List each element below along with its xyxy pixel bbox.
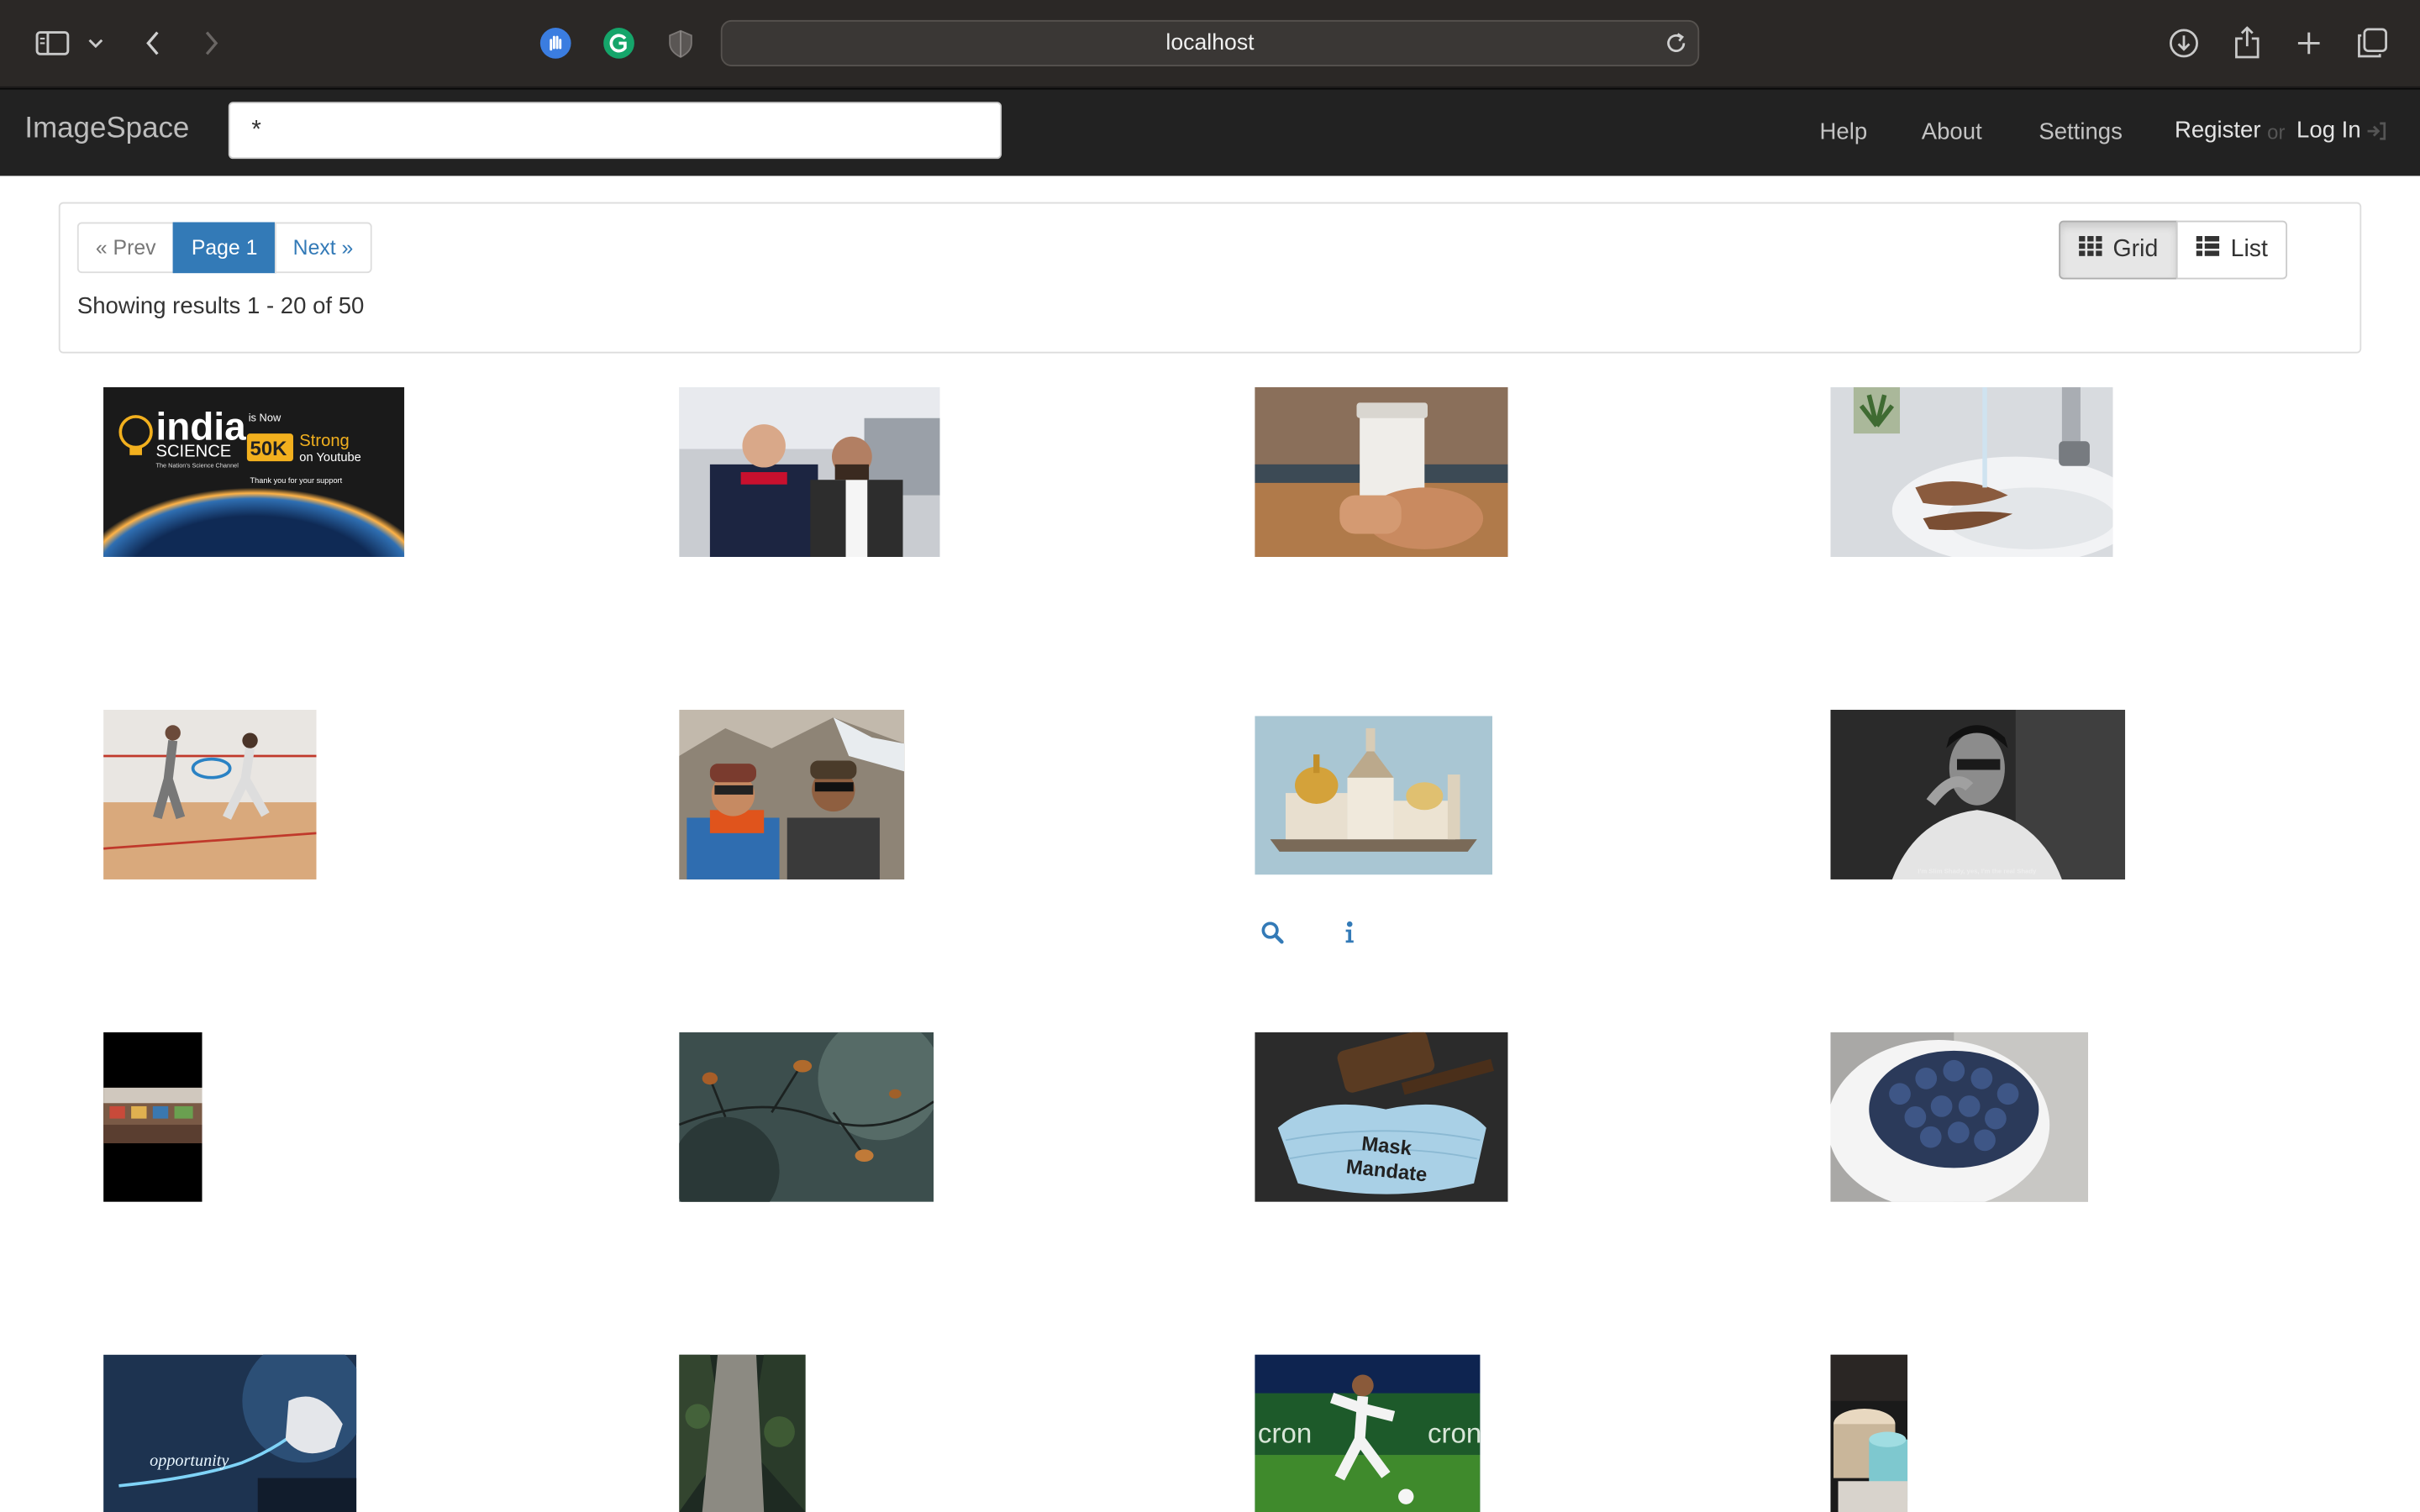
thumbnail-hand-washing[interactable] (1830, 387, 2113, 558)
portrait-caption: I'm Slim Shady, yes, I'm the real Shady (1918, 868, 2037, 875)
nav-settings-link[interactable]: Settings (2039, 118, 2123, 144)
thumbnail-india-science[interactable]: india SCIENCE The Nation's Science Chann… (103, 387, 405, 558)
on-youtube-text: on Youtube (299, 451, 361, 465)
bw-portrait-image: I'm Slim Shady, yes, I'm the real Shady (1830, 709, 2126, 879)
racing-team-image (679, 387, 940, 558)
thumbnail-coffee-cup[interactable] (1255, 387, 1508, 558)
thumbnail-coffee-drink[interactable] (1830, 1354, 1908, 1512)
login-icon[interactable] (2366, 120, 2386, 148)
monuments-image (1255, 716, 1493, 875)
sidebar-toggle-icon[interactable] (34, 22, 71, 65)
current-page-button[interactable]: Page 1 (172, 222, 276, 274)
thumbnail-football-player[interactable]: cron cron (1255, 1354, 1481, 1512)
thumbnail-mask-mandate[interactable]: Mask Mandate (1255, 1032, 1508, 1202)
extension-hand-icon[interactable] (539, 22, 572, 65)
nav-register-link[interactable]: Register (2175, 118, 2261, 144)
mountaineers-image (679, 709, 905, 879)
share-icon[interactable] (2232, 22, 2263, 65)
is-now-text: is Now (249, 411, 281, 423)
address-bar[interactable]: localhost (720, 19, 1700, 66)
india-science-image: india SCIENCE The Nation's Science Chann… (103, 387, 405, 558)
grid-view-button[interactable]: Grid (2059, 220, 2179, 280)
football-player-image: cron cron (1255, 1354, 1481, 1512)
nav-help-link[interactable]: Help (1820, 118, 1868, 144)
url-text: localhost (1165, 30, 1255, 56)
forward-icon[interactable] (197, 22, 225, 65)
autumn-branches-image (679, 1032, 934, 1202)
thumbnail-blueberries[interactable] (1830, 1032, 2089, 1202)
banner-text-left: cron (1258, 1418, 1312, 1449)
thumbnail-mountaineers[interactable] (679, 709, 905, 879)
forest-path-image (679, 1354, 806, 1512)
view-toggle: Grid List (2059, 220, 2288, 280)
downloads-icon[interactable] (2167, 22, 2201, 65)
grid-icon (2079, 236, 2102, 264)
thanks-text: Thank you for your support (250, 476, 343, 485)
tagline-text: The Nation's Science Channel (156, 462, 239, 470)
thumbnail-forest-path[interactable] (679, 1354, 806, 1512)
coffee-cup-image (1255, 387, 1508, 558)
results-status: Showing results 1 - 20 of 50 (76, 292, 365, 320)
nav-or-separator: or (2267, 120, 2286, 144)
reload-icon[interactable] (1664, 31, 1688, 62)
opportunity-image: opportunity (103, 1354, 357, 1512)
app-navbar: ImageSpace Help About Settings Register … (0, 87, 2420, 176)
chevron-down-icon[interactable] (87, 22, 105, 65)
privacy-shield-icon[interactable] (666, 22, 697, 65)
strong-text: Strong (299, 432, 349, 450)
grid-view-label: Grid (2112, 236, 2159, 263)
science-text: SCIENCE (156, 443, 232, 461)
market-stall-image (103, 1032, 203, 1202)
next-page-button[interactable]: Next » (274, 222, 372, 274)
list-icon (2196, 236, 2220, 264)
tab-overview-icon[interactable] (2355, 22, 2389, 65)
prev-page-button[interactable]: « Prev (76, 222, 175, 274)
banner-text-right: cron (1428, 1418, 1480, 1449)
thumbnail-bw-portrait[interactable]: I'm Slim Shady, yes, I'm the real Shady (1830, 709, 2126, 879)
list-view-button[interactable]: List (2176, 220, 2288, 280)
thumbnail-market-stall[interactable] (103, 1032, 203, 1202)
count-text: 50K (250, 438, 288, 460)
blueberries-image (1830, 1032, 2089, 1202)
hand-washing-image (1830, 387, 2113, 558)
info-icon[interactable] (1344, 921, 1355, 953)
browser-toolbar: localhost (0, 0, 2420, 88)
opportunity-text: opportunity (150, 1452, 229, 1470)
thumbnail-racing-team[interactable] (679, 387, 940, 558)
thumbnail-monuments[interactable] (1255, 716, 1493, 875)
squash-players-image (103, 709, 317, 879)
search-icon[interactable] (1261, 921, 1285, 953)
nav-about-link[interactable]: About (1922, 118, 1982, 144)
thumbnail-autumn-branches[interactable] (679, 1032, 934, 1202)
search-input[interactable] (228, 102, 1002, 160)
new-tab-icon[interactable] (2293, 22, 2324, 65)
brand-logo[interactable]: ImageSpace (24, 113, 189, 146)
nav-login-link[interactable]: Log In (2296, 118, 2361, 144)
pagination: « Prev Page 1 Next » (76, 222, 372, 274)
results-panel: « Prev Page 1 Next » Showing results 1 -… (58, 202, 2362, 354)
mask-mandate-image: Mask Mandate (1255, 1032, 1508, 1202)
thumbnail-opportunity[interactable]: opportunity (103, 1354, 357, 1512)
thumbnail-squash-players[interactable] (103, 709, 317, 879)
list-view-label: List (2230, 236, 2268, 263)
grammarly-icon[interactable] (602, 22, 635, 65)
coffee-drink-image (1830, 1354, 1908, 1512)
back-icon[interactable] (139, 22, 166, 65)
